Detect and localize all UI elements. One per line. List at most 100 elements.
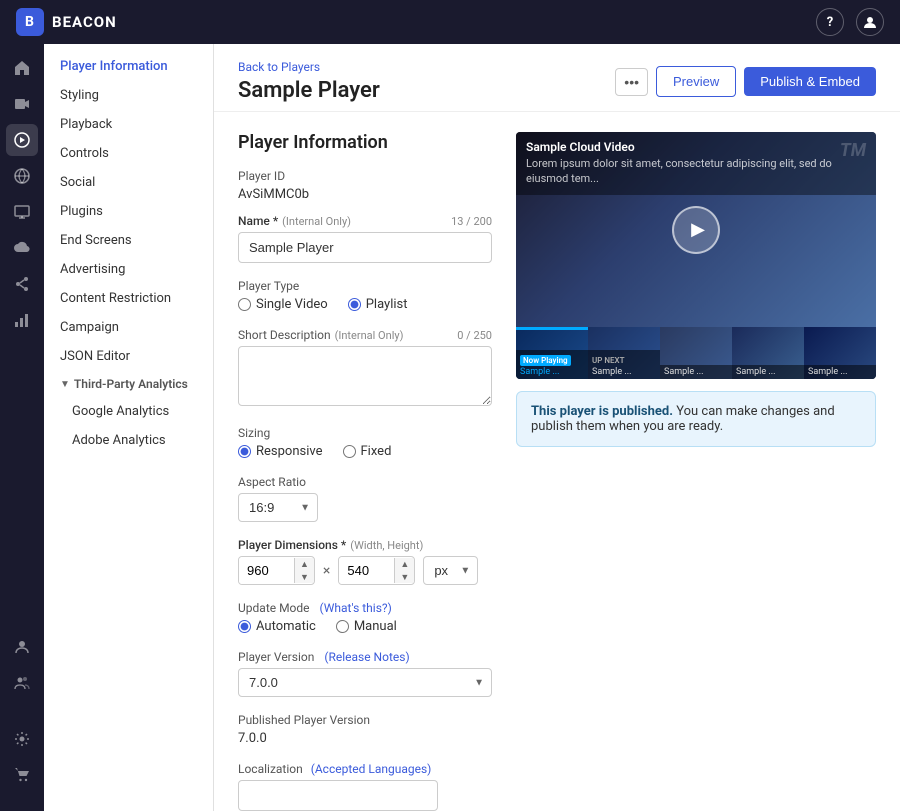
manual-radio[interactable]: Manual <box>336 619 397 634</box>
thumbnail-1[interactable]: UP NEXT Sample ... <box>588 327 660 379</box>
rail-home-icon[interactable] <box>6 52 38 84</box>
sidebar-item-controls[interactable]: Controls <box>44 139 213 168</box>
player-version-select[interactable]: 7.0.0 <box>238 668 492 697</box>
responsive-radio-input[interactable] <box>238 445 251 458</box>
sidebar-analytics-section[interactable]: ▼ Third-Party Analytics <box>44 371 213 397</box>
play-button[interactable]: ▶ <box>672 206 720 254</box>
localization-input[interactable] <box>238 780 438 811</box>
rail-users-icon[interactable] <box>6 667 38 699</box>
published-banner: This player is published. You can make c… <box>516 391 876 447</box>
rail-share-icon[interactable] <box>6 268 38 300</box>
player-type-radio-group: Single Video Playlist <box>238 297 492 312</box>
dimension-separator: × <box>323 563 330 579</box>
published-notice: This player is published. <box>531 404 673 419</box>
thumbnail-2[interactable]: Sample ... <box>660 327 732 379</box>
width-down-button[interactable]: ▼ <box>295 571 314 584</box>
sidebar-item-google-analytics[interactable]: Google Analytics <box>44 397 213 426</box>
localization-label: Localization <box>238 762 303 776</box>
header-left: Back to Players Sample Player <box>238 60 380 103</box>
localization-field: Localization (Accepted Languages) Includ… <box>238 762 492 811</box>
manual-radio-input[interactable] <box>336 620 349 633</box>
short-description-input[interactable] <box>238 346 492 406</box>
rail-video-icon[interactable] <box>6 88 38 120</box>
aspect-ratio-select[interactable]: 16:9 4:3 1:1 <box>238 493 318 522</box>
dimensions-row: ▲ ▼ × ▲ ▼ <box>238 556 492 585</box>
sidebar-item-campaign[interactable]: Campaign <box>44 313 213 342</box>
name-input[interactable] <box>238 232 492 263</box>
preview-button[interactable]: Preview <box>656 66 736 97</box>
fixed-radio[interactable]: Fixed <box>343 444 392 459</box>
height-spinners: ▲ ▼ <box>394 558 414 584</box>
sidebar-item-styling[interactable]: Styling <box>44 81 213 110</box>
player-version-select-wrapper: 7.0.0 ▼ <box>238 668 492 697</box>
aspect-ratio-select-wrapper: 16:9 4:3 1:1 ▼ <box>238 493 318 522</box>
help-button[interactable]: ? <box>816 8 844 36</box>
width-up-button[interactable]: ▲ <box>295 558 314 571</box>
sizing-field: Sizing Responsive Fixed <box>238 426 492 459</box>
name-internal-note: (Internal Only) <box>282 215 351 228</box>
sidebar-item-advertising[interactable]: Advertising <box>44 255 213 284</box>
back-link[interactable]: Back to Players <box>238 60 380 74</box>
sidebar-item-playback[interactable]: Playback <box>44 110 213 139</box>
player-version-label: Player Version <box>238 650 314 664</box>
form-content: Player Information Player ID AvSiMMC0b N… <box>214 112 900 811</box>
rail-analytics-icon[interactable] <box>6 304 38 336</box>
sidebar-item-player-information[interactable]: Player Information <box>44 52 213 81</box>
height-input-wrapper: ▲ ▼ <box>338 556 415 585</box>
short-description-field: Short Description (Internal Only) 0 / 25… <box>238 328 492 410</box>
single-video-radio[interactable]: Single Video <box>238 297 328 312</box>
rail-user-icon[interactable] <box>6 631 38 663</box>
unit-select[interactable]: px % <box>423 556 478 585</box>
now-playing-tag: Now Playing <box>520 355 571 366</box>
user-button[interactable] <box>856 8 884 36</box>
player-id-label: Player ID <box>238 169 492 183</box>
publish-embed-button[interactable]: Publish & Embed <box>744 67 876 96</box>
sidebar-item-content-restriction[interactable]: Content Restriction <box>44 284 213 313</box>
sidebar-item-json-editor[interactable]: JSON Editor <box>44 342 213 371</box>
chevron-down-icon: ▼ <box>60 379 70 390</box>
rail-cart-icon[interactable] <box>6 759 38 791</box>
dimensions-label: Player Dimensions * <box>238 538 346 552</box>
more-options-button[interactable]: ••• <box>615 68 648 96</box>
video-player: Sample Cloud Video Lorem ipsum dolor sit… <box>516 132 876 327</box>
update-mode-field: Update Mode (What's this?) Automatic Man… <box>238 601 492 634</box>
video-title-bar: Sample Cloud Video Lorem ipsum dolor sit… <box>516 132 876 195</box>
thumbnail-4[interactable]: Sample ... <box>804 327 876 379</box>
fixed-radio-input[interactable] <box>343 445 356 458</box>
thumbnail-3[interactable]: Sample ... <box>732 327 804 379</box>
rail-globe-icon[interactable] <box>6 160 38 192</box>
sidebar-item-end-screens[interactable]: End Screens <box>44 226 213 255</box>
sidebar-item-social[interactable]: Social <box>44 168 213 197</box>
accepted-languages-link[interactable]: (Accepted Languages) <box>311 762 432 776</box>
release-notes-link[interactable]: (Release Notes) <box>324 650 409 664</box>
page-title: Sample Player <box>238 78 380 103</box>
automatic-radio[interactable]: Automatic <box>238 619 316 634</box>
height-up-button[interactable]: ▲ <box>395 558 414 571</box>
video-preview: Sample Cloud Video Lorem ipsum dolor sit… <box>516 132 876 379</box>
play-icon: ▶ <box>691 219 705 240</box>
sidebar-item-plugins[interactable]: Plugins <box>44 197 213 226</box>
sidebar: Player Information Styling Playback Cont… <box>44 44 214 811</box>
rail-tv-icon[interactable] <box>6 196 38 228</box>
rail-player-icon[interactable] <box>6 124 38 156</box>
player-type-label: Player Type <box>238 279 492 293</box>
playlist-radio[interactable]: Playlist <box>348 297 408 312</box>
height-down-button[interactable]: ▼ <box>395 571 414 584</box>
thumbnail-0[interactable]: Now Playing Sample ... <box>516 327 588 379</box>
aspect-ratio-field: Aspect Ratio 16:9 4:3 1:1 ▼ <box>238 475 492 522</box>
rail-cloud-icon[interactable] <box>6 232 38 264</box>
height-input[interactable] <box>339 557 394 584</box>
rail-settings-icon[interactable] <box>6 723 38 755</box>
logo-icon: B <box>16 8 44 36</box>
playlist-radio-input[interactable] <box>348 298 361 311</box>
sidebar-item-adobe-analytics[interactable]: Adobe Analytics <box>44 426 213 455</box>
content-area: Back to Players Sample Player ••• Previe… <box>214 44 900 811</box>
content-header: Back to Players Sample Player ••• Previe… <box>214 44 900 112</box>
width-input[interactable] <box>239 557 294 584</box>
logo: B BEACON <box>16 8 117 36</box>
whats-this-link[interactable]: (What's this?) <box>320 601 392 615</box>
responsive-radio[interactable]: Responsive <box>238 444 323 459</box>
update-mode-label: Update Mode <box>238 601 310 615</box>
automatic-radio-input[interactable] <box>238 620 251 633</box>
single-video-radio-input[interactable] <box>238 298 251 311</box>
